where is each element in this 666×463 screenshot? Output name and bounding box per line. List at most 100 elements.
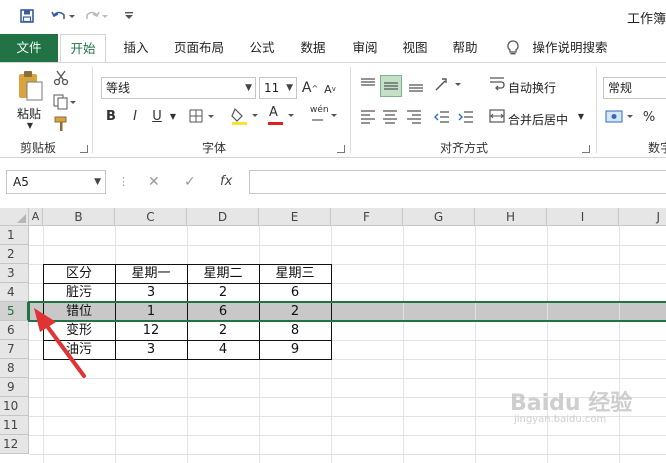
column-header-d[interactable]: D — [187, 208, 259, 226]
row-header-8[interactable]: 8 — [0, 359, 29, 378]
table-header-cell[interactable]: 区分 — [43, 264, 115, 283]
row-header-9[interactable]: 9 — [0, 378, 29, 397]
select-all-button[interactable] — [0, 208, 29, 226]
table-cell[interactable]: 2 — [187, 321, 259, 340]
row-header-6[interactable]: 6 — [0, 321, 29, 340]
alignment-launcher-icon[interactable] — [582, 145, 590, 153]
chevron-down-icon[interactable]: ▼ — [245, 78, 252, 98]
merge-center-icon[interactable] — [488, 107, 506, 125]
font-name-combo[interactable]: 等线 ▼ — [101, 77, 256, 99]
row-header-5[interactable]: 5 — [0, 302, 29, 321]
tab-insert[interactable]: 插入 — [112, 34, 160, 62]
column-header-e[interactable]: E — [259, 208, 331, 226]
shrink-font-icon[interactable]: Av — [322, 81, 338, 97]
table-cell[interactable]: 4 — [187, 340, 259, 359]
row-header-1[interactable]: 1 — [0, 226, 29, 245]
font-color-icon[interactable]: A — [266, 105, 300, 126]
chevron-down-icon[interactable]: ▼ — [576, 110, 586, 122]
align-center-icon[interactable] — [380, 107, 400, 127]
column-header-a[interactable]: A — [29, 208, 43, 226]
table-cell[interactable]: 6 — [259, 283, 331, 302]
table-header-cell[interactable]: 星期一 — [115, 264, 187, 283]
cancel-icon[interactable]: ✕ — [148, 170, 160, 194]
wrap-text-icon[interactable] — [488, 75, 506, 93]
tab-review[interactable]: 审阅 — [342, 34, 388, 62]
row-header-10[interactable]: 10 — [0, 397, 29, 416]
row-header-12[interactable]: 12 — [0, 435, 29, 454]
number-format-combo[interactable]: 常规 — [603, 77, 666, 99]
column-header-f[interactable]: F — [331, 208, 403, 226]
table-cell[interactable]: 8 — [259, 321, 331, 340]
column-header-h[interactable]: H — [475, 208, 547, 226]
fill-color-icon[interactable] — [230, 106, 264, 126]
row-header-7[interactable]: 7 — [0, 340, 29, 359]
table-header-cell[interactable]: 星期三 — [259, 264, 331, 283]
align-bottom-icon[interactable] — [406, 75, 426, 95]
enter-icon[interactable]: ✓ — [184, 170, 196, 194]
more-icon[interactable]: ⋮ — [118, 170, 129, 194]
undo-icon[interactable] — [50, 7, 76, 25]
tab-data[interactable]: 数据 — [290, 34, 336, 62]
tab-view[interactable]: 视图 — [392, 34, 438, 62]
redo-icon[interactable] — [84, 7, 110, 25]
table-cell[interactable]: 脏污 — [43, 283, 115, 302]
align-middle-icon[interactable] — [380, 75, 402, 97]
tab-home[interactable]: 开始 — [60, 34, 106, 63]
column-header-g[interactable]: G — [403, 208, 475, 226]
customize-icon[interactable] — [120, 7, 138, 25]
align-right-icon[interactable] — [404, 107, 424, 127]
table-cell[interactable]: 油污 — [43, 340, 115, 359]
paste-label[interactable]: 粘贴 — [17, 105, 41, 122]
table-cell[interactable]: 3 — [115, 283, 187, 302]
chevron-down-icon[interactable]: ▼ — [286, 78, 293, 98]
copy-icon[interactable] — [52, 93, 78, 111]
tab-formulas[interactable]: 公式 — [240, 34, 284, 62]
column-header-c[interactable]: C — [115, 208, 187, 226]
align-top-icon[interactable] — [358, 75, 378, 95]
decrease-indent-icon[interactable] — [432, 107, 452, 127]
font-launcher-icon[interactable] — [337, 145, 345, 153]
formula-input[interactable] — [249, 170, 666, 194]
row-header-11[interactable]: 11 — [0, 416, 29, 435]
italic-button[interactable]: I — [126, 107, 144, 125]
column-header-i[interactable]: I — [547, 208, 619, 226]
cut-icon[interactable] — [52, 69, 70, 87]
orientation-icon[interactable] — [432, 75, 466, 95]
font-size-combo[interactable]: 11 ▼ — [259, 77, 297, 99]
phonetic-icon[interactable]: wén — [308, 103, 340, 127]
table-header-cell[interactable]: 星期二 — [187, 264, 259, 283]
insert-function-icon[interactable]: fx — [220, 170, 232, 194]
table-cell[interactable]: 12 — [115, 321, 187, 340]
increase-indent-icon[interactable] — [456, 107, 476, 127]
grow-font-icon[interactable]: A ^ — [302, 79, 318, 97]
row-header-2[interactable]: 2 — [0, 245, 29, 264]
merge-center-label[interactable]: 合并后居中 — [508, 111, 568, 128]
accounting-format-icon[interactable] — [604, 107, 638, 127]
table-cell[interactable]: 变形 — [43, 321, 115, 340]
name-box[interactable]: A5 ▼ — [6, 170, 106, 194]
table-cell[interactable]: 2 — [187, 283, 259, 302]
borders-icon[interactable] — [188, 107, 218, 125]
wrap-text-label[interactable]: 自动换行 — [508, 79, 556, 96]
tell-me-search[interactable]: 操作说明搜索 — [530, 34, 610, 62]
underline-button[interactable]: U — [148, 107, 166, 125]
tab-file[interactable]: 文件 — [0, 34, 58, 62]
chevron-down-icon[interactable]: ▼ — [94, 171, 101, 193]
column-header-b[interactable]: B — [43, 208, 115, 226]
table-cell[interactable]: 3 — [115, 340, 187, 359]
row-header-3[interactable]: 3 — [0, 264, 29, 283]
percent-button[interactable]: % — [640, 107, 658, 127]
row-header-4[interactable]: 4 — [0, 283, 29, 302]
table-cell[interactable]: 9 — [259, 340, 331, 359]
paste-dropdown-icon[interactable]: ▼ — [25, 121, 35, 130]
tab-help[interactable]: 帮助 — [442, 34, 488, 62]
align-left-icon[interactable] — [358, 107, 378, 127]
paste-icon[interactable] — [12, 69, 46, 103]
format-painter-icon[interactable] — [52, 115, 70, 133]
bold-button[interactable]: B — [102, 107, 120, 125]
tab-page-layout[interactable]: 页面布局 — [168, 34, 230, 62]
column-header-j[interactable]: J — [619, 208, 666, 226]
save-icon[interactable] — [18, 7, 36, 25]
clipboard-launcher-icon[interactable] — [80, 145, 88, 153]
chevron-down-icon[interactable]: ▼ — [168, 110, 178, 122]
